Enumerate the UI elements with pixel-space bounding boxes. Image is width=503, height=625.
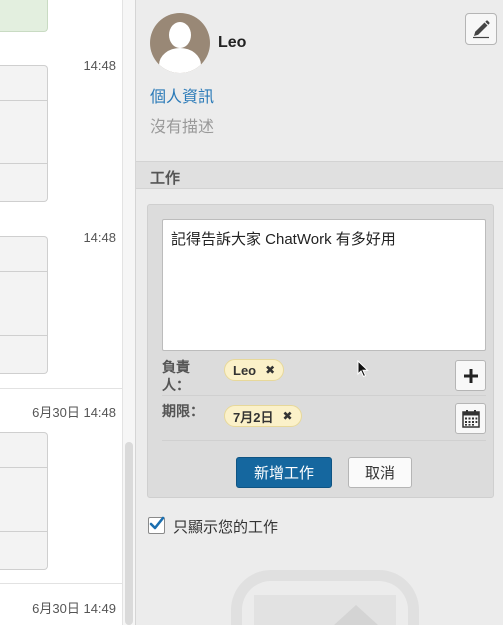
edit-button[interactable] <box>465 13 497 45</box>
message-row <box>0 237 47 272</box>
show-my-tasks-label[interactable]: 只顯示您的工作 <box>173 516 278 537</box>
checkmark-icon <box>149 516 165 530</box>
empty-state-illustration <box>231 570 419 625</box>
deadline-label: 期限： <box>162 403 204 419</box>
show-my-tasks-checkbox[interactable] <box>148 516 165 534</box>
profile-link[interactable]: 個人資訊 <box>150 83 214 107</box>
calendar-icon <box>461 409 480 428</box>
divider <box>162 440 486 441</box>
message-timestamp: 6月30日 14:48 <box>32 405 116 420</box>
divider <box>0 583 122 584</box>
task-form: 記得告訴大家 ChatWork 有多好用 負責人： Leo ✖ 期限： 7月2日… <box>147 204 494 498</box>
scrollbar-thumb[interactable] <box>125 442 133 625</box>
message-card <box>0 0 48 32</box>
message-row <box>0 468 47 532</box>
deadline-chip[interactable]: 7月2日 ✖ <box>224 405 302 427</box>
remove-icon[interactable]: ✖ <box>282 409 292 423</box>
pencil-icon <box>473 20 490 39</box>
message-row <box>0 272 47 336</box>
profile-name: Leo <box>218 34 247 51</box>
deadline-chip-label: 7月2日 <box>233 409 274 425</box>
side-panel: Leo 個人資訊 沒有描述 工作 記得告訴大家 ChatWork 有多好用 負責… <box>135 0 503 625</box>
add-assignee-button[interactable] <box>455 360 486 391</box>
message-card <box>0 432 48 570</box>
remove-icon[interactable]: ✖ <box>265 363 275 377</box>
message-row <box>0 164 47 201</box>
chat-scrollbar[interactable] <box>122 0 135 625</box>
mouse-cursor-icon <box>357 360 369 378</box>
message-row <box>0 101 47 164</box>
user-avatar-icon[interactable] <box>150 13 210 73</box>
message-timestamp: 6月30日 14:49 <box>32 601 116 616</box>
chat-timeline: 14:48 14:48 6月30日 14:48 6月30日 14:49 <box>0 0 122 625</box>
message-row <box>0 532 47 569</box>
message-row <box>0 433 47 468</box>
section-title: 工作 <box>150 170 181 187</box>
plus-icon <box>463 368 478 383</box>
message-card <box>0 236 48 374</box>
assignee-chip[interactable]: Leo ✖ <box>224 359 285 381</box>
date-picker-button[interactable] <box>455 403 486 434</box>
section-header: 工作 <box>136 161 503 189</box>
message-row <box>0 66 47 101</box>
profile-description: 沒有描述 <box>150 119 215 136</box>
divider <box>162 395 486 396</box>
task-content-input[interactable]: 記得告訴大家 ChatWork 有多好用 <box>162 219 486 351</box>
add-task-button[interactable]: 新增工作 <box>236 457 332 488</box>
message-card <box>0 65 48 202</box>
divider <box>0 388 122 389</box>
assignee-chip-label: Leo <box>233 362 257 378</box>
message-row <box>0 336 47 373</box>
assignee-label: 負責人： <box>162 359 190 393</box>
cancel-button[interactable]: 取消 <box>348 457 412 488</box>
